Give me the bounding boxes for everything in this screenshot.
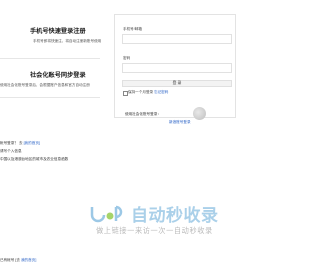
social-login-subtitle: 使用社会化账号登录后，会根据账户信息和官方自动注册 bbox=[0, 83, 90, 87]
bottom-home-link[interactable]: 我的首页] bbox=[21, 258, 36, 262]
password-input[interactable] bbox=[122, 63, 232, 73]
bottom-line: 已有帐号 [去 我的首页] bbox=[0, 258, 36, 263]
watermark-logo-icon bbox=[90, 205, 123, 223]
my-home-link[interactable]: [我的首页] bbox=[24, 141, 40, 145]
bottom-line-text: 已有帐号 [去 bbox=[0, 258, 20, 262]
remember-label: 保持一个月登录 bbox=[128, 90, 154, 94]
lower-line-1: 帐号登录？ 去 [我的首页] bbox=[0, 141, 40, 146]
watermark-tagline: 做上链接一来访一次一自动秒收录 bbox=[96, 226, 213, 235]
password-label: 密码 bbox=[123, 56, 131, 60]
username-label: 手机号/邮箱 bbox=[123, 27, 142, 31]
sina-login-link[interactable]: 新浪账号登录 bbox=[169, 120, 191, 125]
lower-line-2: 请写个入信息 bbox=[0, 149, 22, 153]
divider bbox=[0, 58, 100, 59]
divider bbox=[0, 97, 100, 98]
forgot-password-link[interactable]: 忘记密码 bbox=[154, 90, 168, 95]
phone-login-subtitle: 手机号即将快速注，将自动注册新账号使用 bbox=[33, 39, 102, 43]
lower-line-3: 中国以及港澳台地区的城市及农业信息函数 bbox=[0, 157, 69, 161]
username-input[interactable] bbox=[122, 34, 232, 44]
lower-line-1-text: 帐号登录？ 去 bbox=[0, 141, 23, 145]
sina-weibo-icon[interactable] bbox=[193, 107, 206, 120]
social-login-hint: 使用社会化账号登录： bbox=[125, 112, 161, 116]
watermark-brand: 自动秒收录 bbox=[131, 206, 219, 225]
social-login-title: 社会化账号同步登录 bbox=[30, 72, 86, 79]
phone-login-title: 手机号快速登录注册 bbox=[30, 28, 86, 35]
login-button[interactable]: 登 录 bbox=[122, 80, 232, 87]
